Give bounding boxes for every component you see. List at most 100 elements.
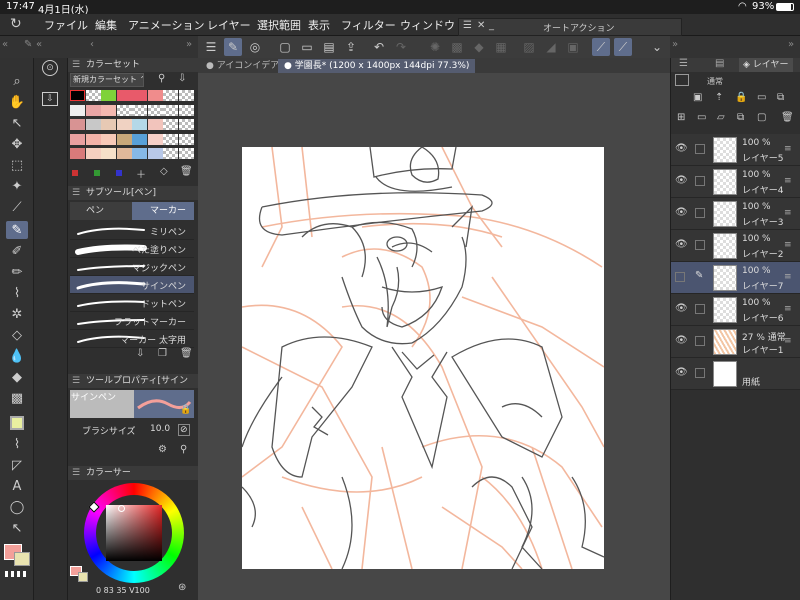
color-swatch[interactable] — [70, 90, 85, 101]
draft-icon[interactable]: ⧉ — [777, 92, 784, 103]
color-swatch[interactable] — [101, 90, 116, 101]
color-swatch[interactable] — [178, 104, 194, 116]
chevron-down-icon[interactable]: ⌄ — [648, 38, 666, 56]
chevron-left-icon[interactable]: ‹ — [90, 39, 94, 50]
edit-icon[interactable]: ✎ — [224, 38, 242, 56]
balloon-icon[interactable]: ◯ — [6, 498, 28, 516]
gradient-icon[interactable]: ▩ — [6, 389, 28, 407]
brush-item[interactable]: マジックペン — [70, 258, 194, 276]
import-icon[interactable]: ⇩ — [42, 92, 58, 106]
menu-icon[interactable]: ☰ — [202, 38, 220, 56]
tab-document-1[interactable]: ● アイコンイデア — [200, 59, 285, 73]
key-icon[interactable]: ⚲ — [158, 73, 165, 84]
visibility-eye-icon[interactable]: 👁 — [675, 335, 688, 346]
layer-mask-icon[interactable]: ▣ — [693, 92, 702, 103]
grip-icon[interactable]: ☰ — [72, 186, 80, 200]
merge-down-icon[interactable]: ⧉ — [737, 112, 744, 123]
color-swatch[interactable] — [163, 148, 178, 159]
reference-icon[interactable]: ▭ — [757, 92, 766, 103]
color-swatch[interactable] — [132, 104, 147, 116]
color-mode-icon[interactable]: ⊛ — [178, 582, 186, 593]
color-swatch[interactable] — [101, 133, 116, 145]
color-swatch[interactable] — [116, 133, 132, 145]
deselect-icon[interactable]: ▨ — [520, 38, 538, 56]
layer-row[interactable]: 👁 27 % 通常 レイヤー1 ≡ — [671, 326, 800, 358]
sub-color-swatch[interactable] — [14, 552, 30, 566]
frame-icon[interactable] — [6, 414, 28, 432]
tab-document-2[interactable]: ● 学園長* (1200 x 1400px 144dpi 77.3%) — [278, 59, 476, 73]
transform-icon[interactable]: ▦ — [492, 38, 510, 56]
color-swatch[interactable] — [85, 90, 101, 101]
save-icon[interactable]: ▤ — [320, 38, 338, 56]
pencil-icon[interactable]: ✐ — [6, 242, 28, 260]
color-swatch[interactable] — [116, 104, 132, 116]
color-swatch[interactable] — [147, 148, 163, 159]
magic-wand-icon[interactable]: ✦ — [6, 177, 28, 195]
close-icon[interactable]: ✕ — [477, 20, 485, 31]
trash-icon[interactable]: 🗑 — [180, 348, 193, 359]
move-icon[interactable]: ✥ — [6, 135, 28, 153]
hue-handle[interactable] — [88, 501, 100, 513]
eyedropper-icon[interactable]: ⟋ — [6, 198, 28, 216]
color-swatch[interactable] — [132, 148, 147, 159]
brush-item[interactable]: ドットペン — [70, 294, 194, 312]
grip-icon[interactable]: ☰ — [72, 374, 80, 388]
color-swatch[interactable] — [101, 119, 116, 130]
wrench-icon[interactable]: ⚲ — [180, 444, 187, 455]
loading-icon[interactable]: ✺ — [426, 38, 444, 56]
color-swatch[interactable] — [85, 133, 101, 145]
lock-box[interactable] — [695, 304, 705, 314]
transparent-color-icon[interactable] — [5, 571, 27, 577]
color-swatch[interactable] — [178, 133, 194, 145]
layer-menu-icon[interactable]: ≡ — [784, 304, 792, 314]
layer-menu-icon[interactable]: ≡ — [784, 208, 792, 218]
expand-right-icon[interactable]: » — [186, 39, 192, 50]
layer-menu-icon[interactable]: ≡ — [784, 336, 792, 346]
brush-item[interactable]: ミリペン — [70, 222, 194, 240]
settings-icon[interactable]: ⚙ — [158, 444, 167, 455]
grip-icon[interactable]: ☰ — [72, 58, 80, 72]
menu-view[interactable]: 表示 — [308, 17, 330, 33]
color-swatch[interactable] — [70, 104, 85, 116]
visibility-eye-icon[interactable]: 👁 — [675, 303, 688, 314]
navigator-icon[interactable]: ⊙ — [42, 60, 58, 76]
pen-icon[interactable]: ✎ — [6, 221, 28, 239]
color-swatch[interactable] — [178, 90, 194, 101]
blue-swatch[interactable] — [116, 170, 122, 176]
crop-icon[interactable]: ▣ — [564, 38, 582, 56]
collapse-right-icon[interactable]: » — [788, 39, 794, 50]
menu-layer[interactable]: レイヤー — [207, 17, 251, 33]
export-icon[interactable]: ⇪ — [342, 38, 360, 56]
expand-right-icon[interactable]: » — [672, 39, 678, 50]
color-swatch[interactable] — [147, 104, 163, 116]
add-color-icon[interactable]: ＋ — [136, 166, 146, 181]
color-set-dropdown[interactable]: 新規カラーセット ⌃⌄ — [70, 73, 144, 87]
tab-pen[interactable]: ペン — [70, 202, 132, 220]
color-swatch[interactable] — [70, 119, 85, 130]
figure-icon[interactable]: ◸ — [6, 456, 28, 474]
save-set-icon[interactable]: ⇩ — [178, 73, 186, 84]
zoom-icon[interactable]: ⌕ — [6, 72, 28, 90]
layer-props-icon[interactable]: ▤ — [715, 58, 724, 69]
color-swatch[interactable] — [85, 148, 101, 159]
menu-animation[interactable]: アニメーション — [128, 17, 205, 33]
lasso-icon[interactable]: ◎ — [246, 38, 264, 56]
minimize-icon[interactable]: _ — [489, 20, 494, 31]
layer-row[interactable]: 👁 100 % レイヤー3 ≡ — [671, 198, 800, 230]
menu-file[interactable]: ファイル — [44, 17, 88, 33]
fill-bucket-icon[interactable]: ◆ — [6, 368, 28, 386]
menu-window[interactable]: ウィンドウ — [400, 17, 455, 33]
tab-marker[interactable]: マーカー — [132, 202, 194, 220]
snap-icon[interactable]: ⟋ — [614, 38, 632, 56]
fill-icon[interactable]: ◆ — [470, 38, 488, 56]
color-swatch[interactable] — [147, 119, 163, 130]
undo-icon[interactable]: ↶ — [370, 38, 388, 56]
add-mask-icon[interactable]: ▢ — [757, 112, 766, 123]
color-picker-handle[interactable] — [118, 505, 125, 512]
brush-item[interactable]: サインペン — [70, 276, 194, 294]
blend-icon[interactable]: 💧 — [6, 347, 28, 365]
visibility-eye-icon[interactable]: 👁 — [675, 143, 688, 154]
color-swatch[interactable] — [163, 90, 178, 101]
color-swatch[interactable] — [163, 104, 178, 116]
layer-menu-icon[interactable]: ≡ — [784, 240, 792, 250]
